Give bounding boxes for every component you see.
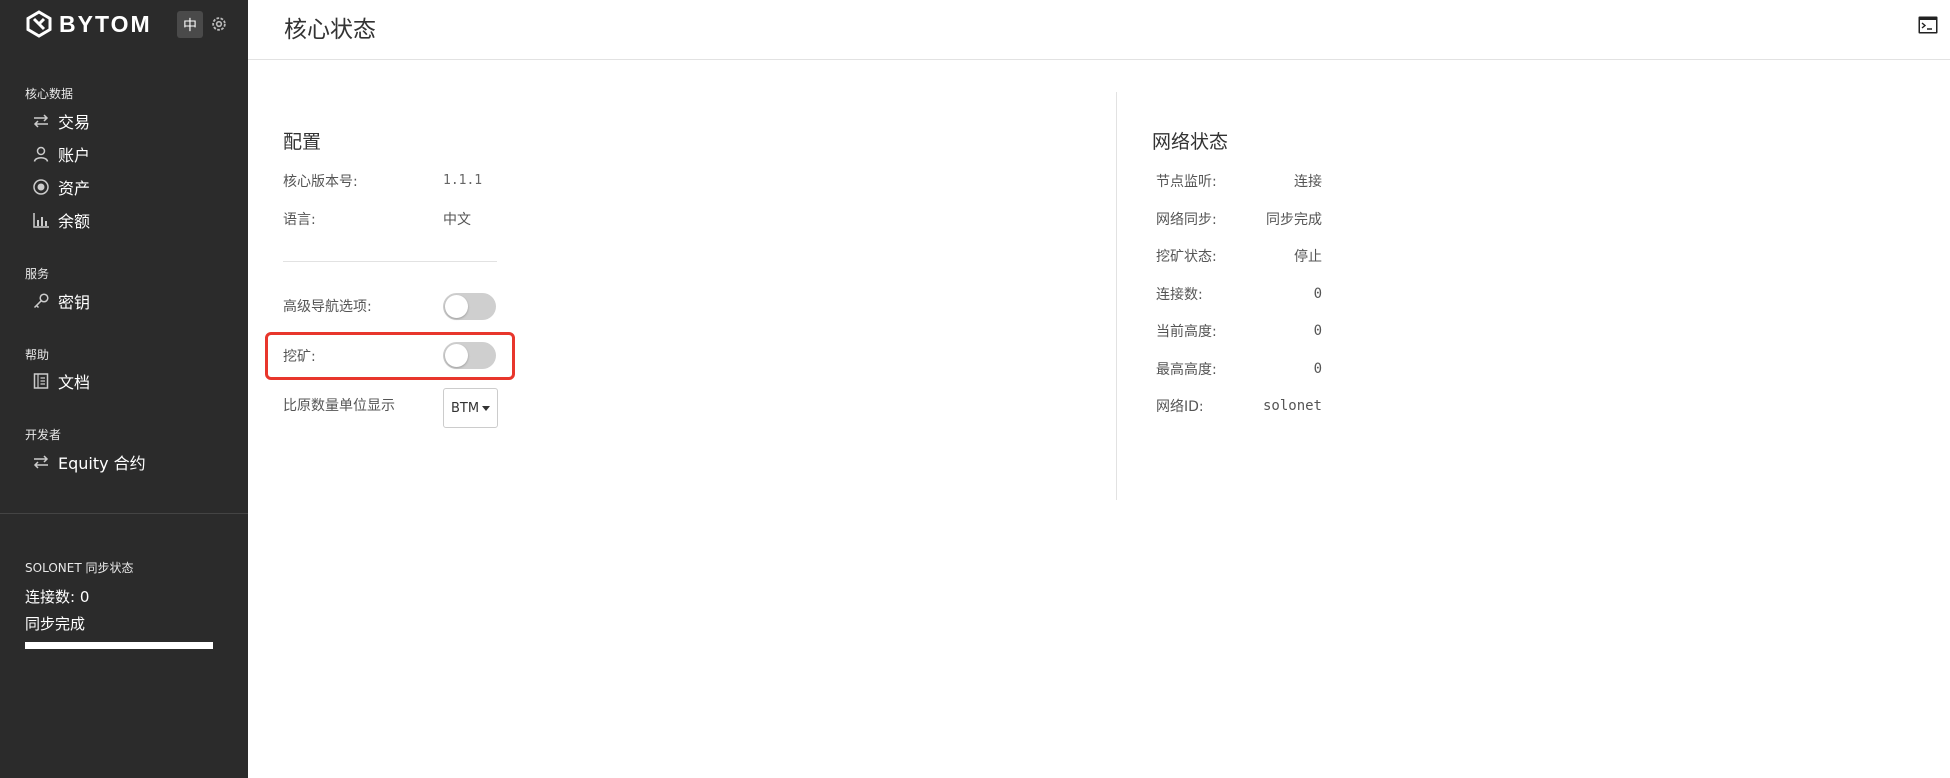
brand-logo[interactable]: BYTOM [25,9,152,39]
network-row-value: 同步完成 [1266,212,1322,228]
mining-toggle[interactable] [443,342,496,369]
language-label: 语言: [283,212,316,228]
section-title-core-data: 核心数据 [25,87,74,101]
asset-icon [33,179,49,195]
core-version-value: 1.1.1 [443,173,483,188]
sync-status-title: SOLONET 同步状态 [25,561,134,575]
sidebar: BYTOM 中 核心数据 交易 账户 资产 余额 服务 密钥 帮助 文档 开发者… [0,0,248,778]
core-version-label: 核心版本号: [283,174,358,190]
advanced-nav-label: 高级导航选项: [283,299,372,315]
sidebar-item-docs[interactable]: 文档 [32,369,90,393]
brand-name: BYTOM [59,10,152,37]
section-title-developer: 开发者 [25,428,62,442]
panel-divider [1116,92,1117,500]
document-icon [33,373,49,389]
toggle-knob [445,295,468,318]
network-row-value: 0 [1313,361,1322,377]
language-value: 中文 [443,212,471,228]
sidebar-item-label: 账户 [58,146,91,165]
unit-select[interactable]: BTM [443,388,498,428]
caret-down-icon [482,405,491,411]
sidebar-item-transactions[interactable]: 交易 [32,109,90,133]
sidebar-item-assets[interactable]: 资产 [32,175,90,199]
sync-progress-bar [25,642,213,649]
page-header: 核心状态 [248,0,1950,60]
sidebar-item-label: 资产 [58,179,91,198]
sync-peers-count: 连接数: 0 [25,588,90,606]
network-row-value: 停止 [1294,249,1322,265]
sidebar-item-label: Equity 合约 [58,454,146,473]
sidebar-header: BYTOM 中 [0,0,248,56]
app: BYTOM 中 核心数据 交易 账户 资产 余额 服务 密钥 帮助 文档 开发者… [0,0,1950,778]
advanced-nav-toggle[interactable] [443,293,496,320]
sidebar-item-equity[interactable]: Equity 合约 [32,450,146,474]
terminal-icon[interactable] [1918,16,1938,34]
network-row-value: 0 [1313,286,1322,302]
bytom-logo-icon [26,10,52,38]
sidebar-item-accounts[interactable]: 账户 [32,142,90,166]
toggle-knob [445,344,468,367]
config-section-title: 配置 [283,131,322,153]
user-icon [33,146,49,162]
sidebar-item-label: 密钥 [58,293,91,312]
network-row-value: 0 [1313,323,1322,339]
sidebar-item-label: 余额 [58,212,91,231]
network-row-value: 连接 [1294,174,1322,190]
sidebar-item-keys[interactable]: 密钥 [32,289,90,313]
sidebar-nav: 核心数据 交易 账户 资产 余额 服务 密钥 帮助 文档 开发者 Equity … [0,56,248,514]
gear-icon[interactable] [210,15,228,33]
sidebar-item-balances[interactable]: 余额 [32,208,90,232]
transfer-icon [33,114,49,128]
language-toggle-button[interactable]: 中 [177,11,203,38]
config-divider [283,261,497,262]
transfer-icon [33,455,49,469]
unit-select-value: BTM [450,400,480,416]
page-title: 核心状态 [284,17,376,43]
unit-display-label: 比原数量单位显示 [283,398,395,414]
network-section-title: 网络状态 [1152,131,1229,153]
key-icon [33,293,49,309]
sidebar-item-label: 文档 [58,373,91,392]
section-title-services: 服务 [25,267,50,281]
sync-state-text: 同步完成 [25,615,86,633]
section-title-help: 帮助 [25,348,50,362]
balance-icon [33,213,49,228]
network-row-value: solonet [1262,398,1322,414]
mining-label: 挖矿: [283,349,316,365]
sync-progress-fill [25,642,213,649]
sidebar-item-label: 交易 [58,113,91,132]
